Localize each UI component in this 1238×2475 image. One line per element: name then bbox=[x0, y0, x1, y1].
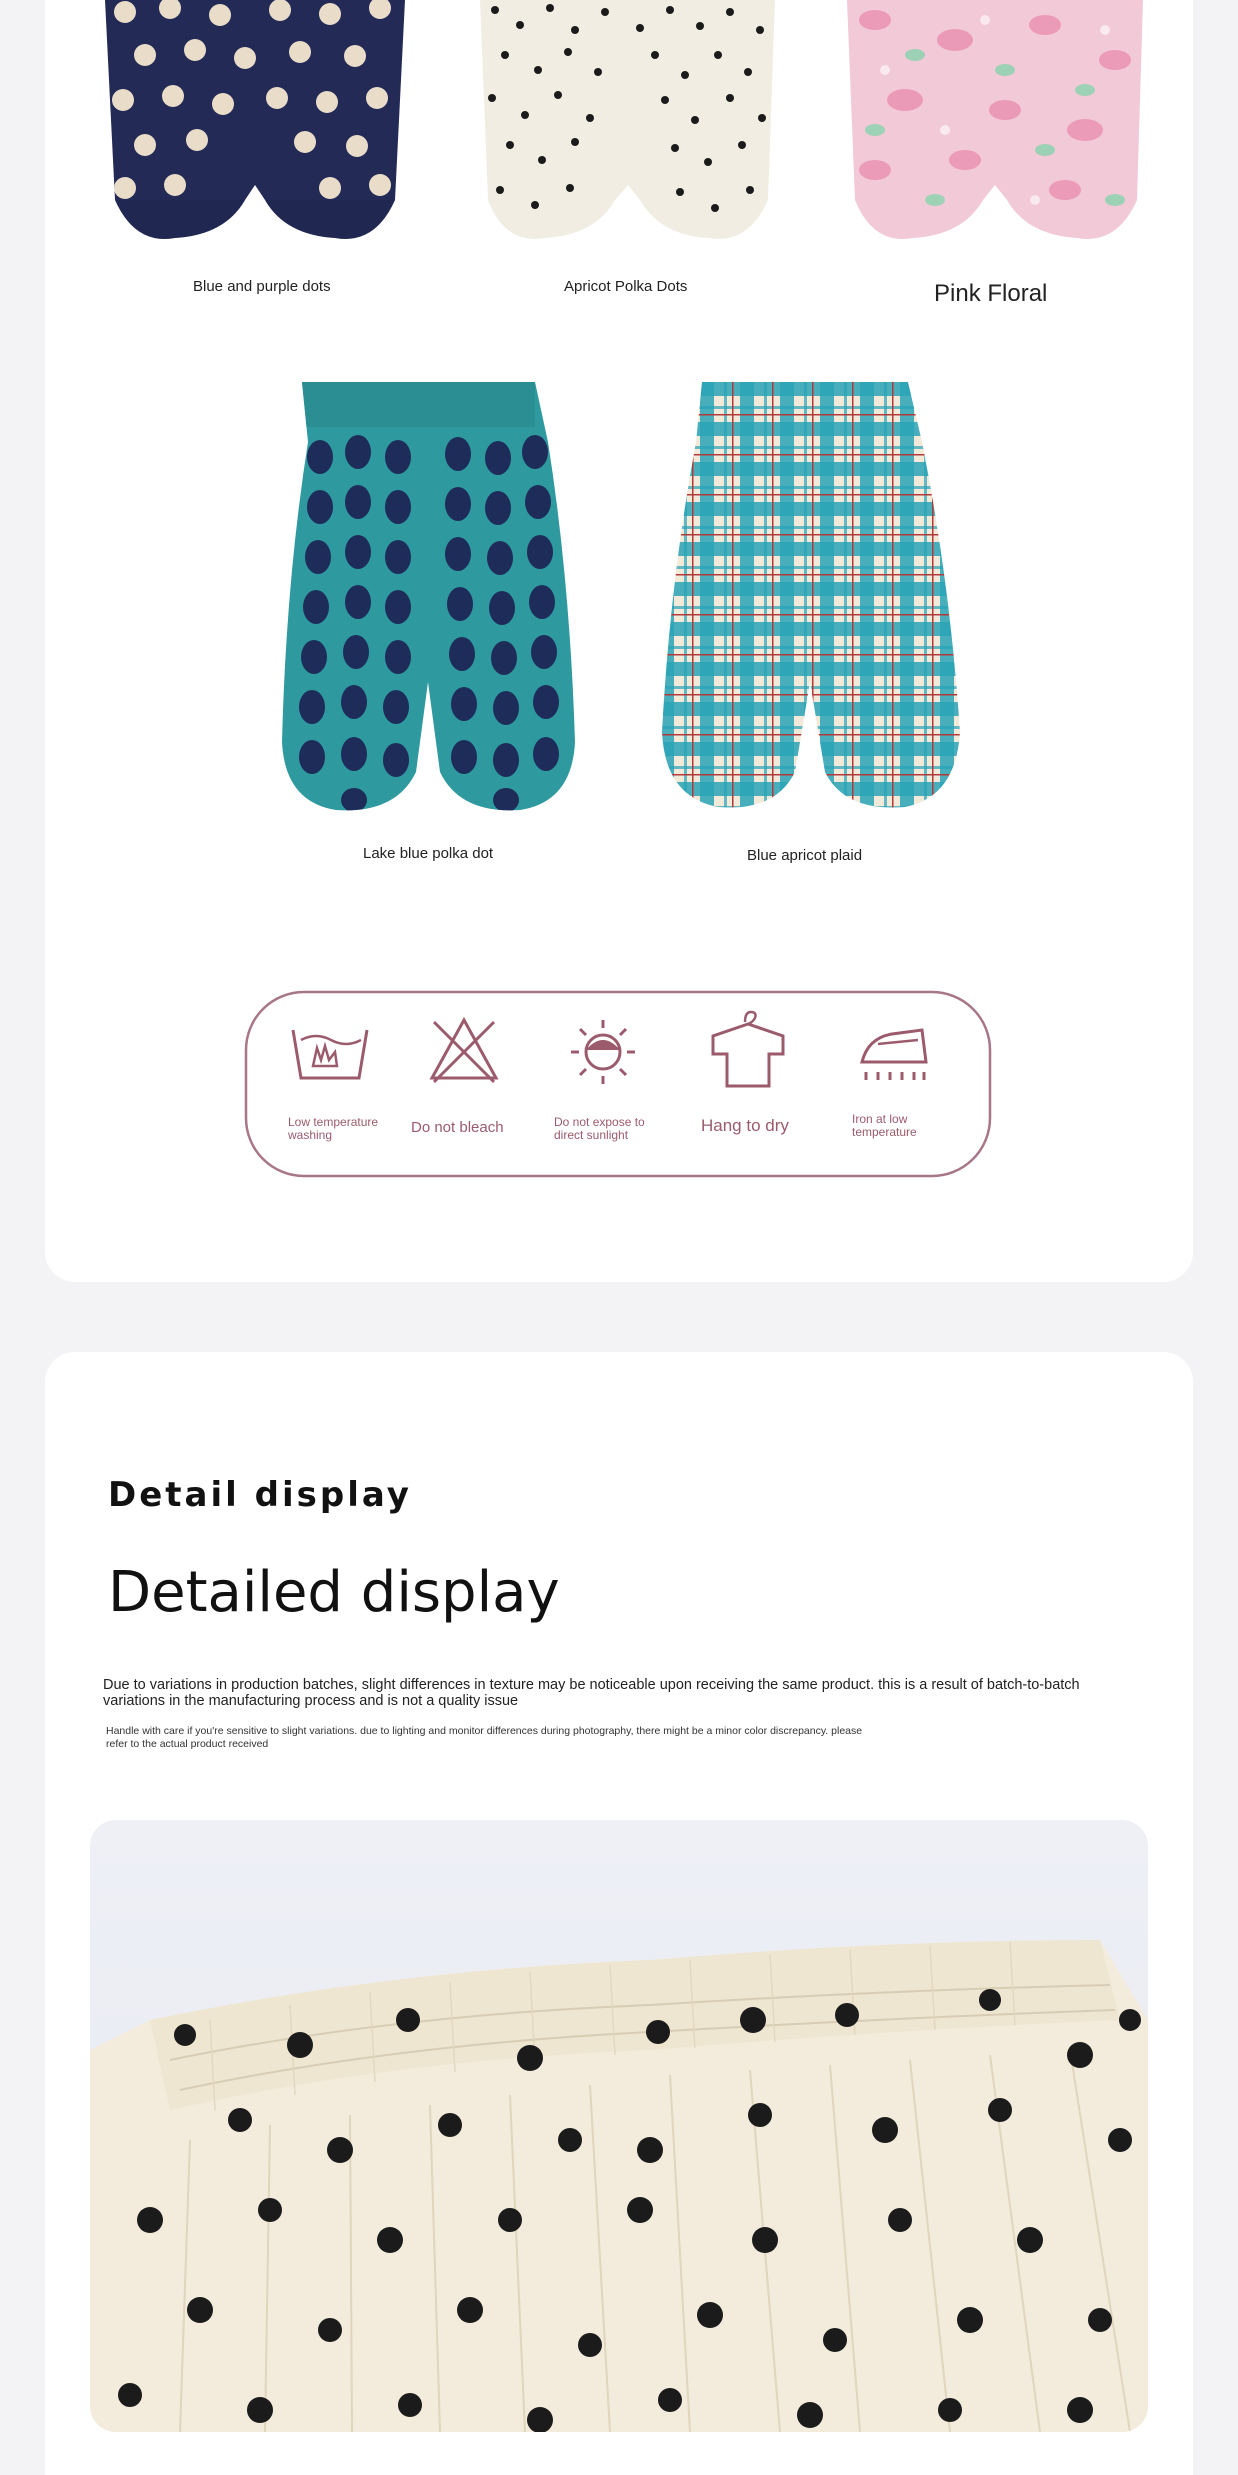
care-label-no-sunlight: Do not expose to direct sunlight bbox=[554, 1115, 645, 1142]
color-discrepancy-note: Handle with care if you're sensitive to … bbox=[106, 1725, 863, 1750]
product-label-apricot-polka-dots: Apricot Polka Dots bbox=[564, 278, 688, 295]
care-label-hang-dry: Hang to dry bbox=[701, 1116, 789, 1135]
product-image-blue-purple-dots[interactable] bbox=[105, 0, 405, 245]
no-bleach-icon bbox=[429, 1016, 499, 1084]
product-image-lake-blue-polka-dot[interactable] bbox=[280, 382, 576, 814]
batch-variation-note: Due to variations in production batches,… bbox=[103, 1677, 1080, 1709]
low-iron-icon bbox=[860, 1028, 928, 1080]
detail-heading-large: Detailed display bbox=[108, 1560, 560, 1625]
care-instructions-panel: Low temperature washing Do not bleach Do… bbox=[243, 988, 993, 1180]
product-image-blue-apricot-plaid[interactable] bbox=[660, 382, 960, 814]
care-item-hang-dry bbox=[709, 1006, 787, 1090]
care-item-low-temp-wash bbox=[291, 1018, 371, 1088]
hang-dry-icon bbox=[711, 1010, 785, 1088]
product-label-blue-apricot-plaid: Blue apricot plaid bbox=[747, 847, 863, 864]
detail-heading-small: Detail display bbox=[108, 1475, 412, 1515]
care-item-no-sunlight bbox=[568, 1016, 638, 1086]
care-item-low-iron bbox=[858, 1024, 930, 1086]
care-label-no-bleach: Do not bleach bbox=[411, 1119, 504, 1136]
product-image-pink-floral[interactable] bbox=[845, 0, 1145, 245]
product-label-blue-purple-dots: Blue and purple dots bbox=[193, 278, 331, 295]
detail-photo-waistband[interactable] bbox=[90, 1820, 1148, 2432]
product-label-pink-floral: Pink Floral bbox=[934, 280, 1048, 307]
product-image-apricot-polka-dots[interactable] bbox=[480, 0, 775, 245]
care-item-no-bleach bbox=[428, 1014, 500, 1086]
low-temp-wash-icon bbox=[291, 1029, 369, 1080]
care-label-low-temp-wash: Low temperature washing bbox=[288, 1115, 379, 1142]
no-sunlight-icon bbox=[571, 1020, 635, 1084]
product-label-lake-blue-polka-dot: Lake blue polka dot bbox=[363, 845, 494, 862]
care-label-low-iron: Iron at low temperature bbox=[852, 1112, 917, 1139]
